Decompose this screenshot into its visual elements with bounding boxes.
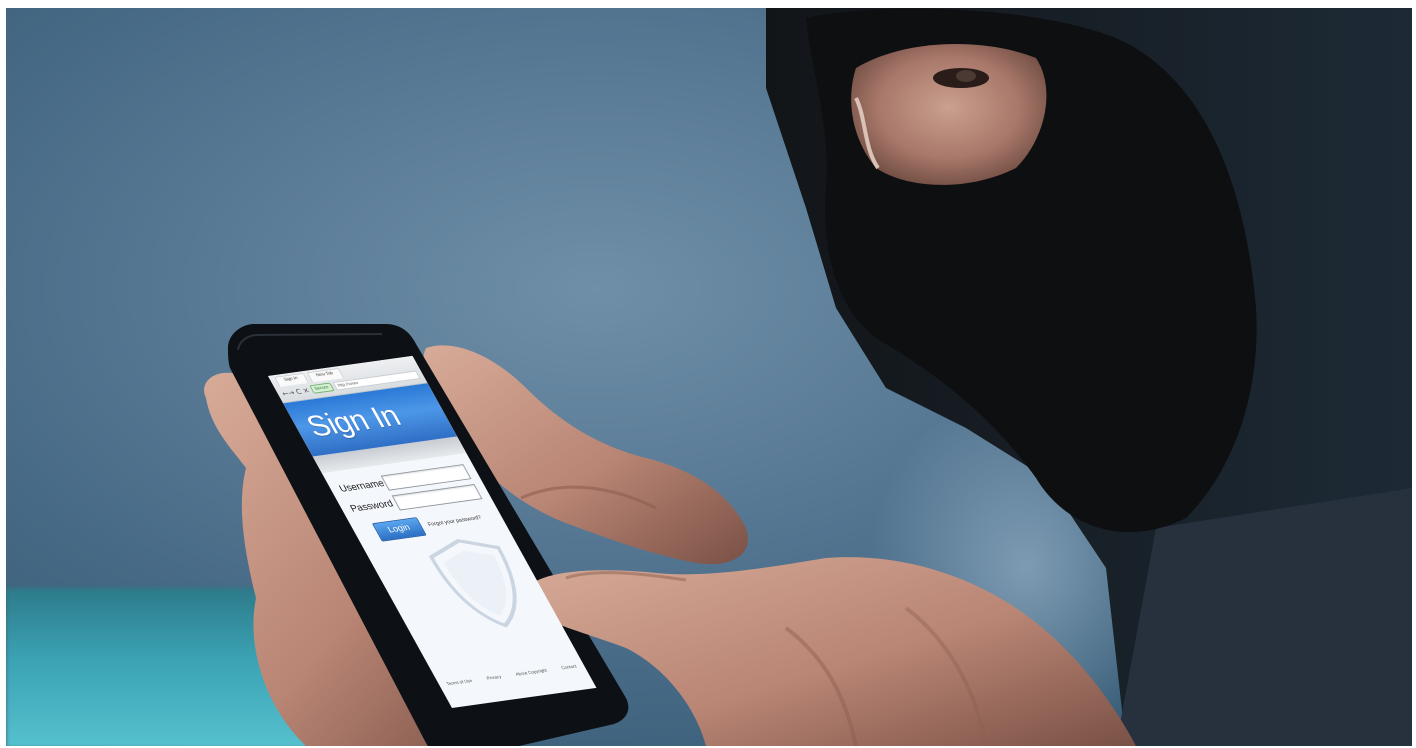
photo-scene: Sign In New Tab ←→ C ✕ Secure http://www… [6, 8, 1412, 746]
username-label: Username [337, 478, 387, 495]
password-label: Password [348, 498, 396, 515]
masked-person [204, 8, 1412, 746]
footer-link[interactable]: Terms of Use [446, 679, 474, 688]
eye-opening [851, 44, 1047, 185]
back-forward-arrows-icon[interactable]: ←→ C ✕ [280, 386, 311, 397]
login-button[interactable]: Login [371, 517, 427, 542]
footer-link[interactable]: Contact [560, 664, 578, 671]
footer-links: Terms of Use Privacy About Copyright Con… [438, 663, 585, 688]
secure-badge: Secure [309, 382, 335, 394]
footer-link[interactable]: About Copyright [515, 668, 549, 677]
page-title: Sign In [300, 399, 407, 444]
footer-link[interactable]: Privacy [486, 674, 503, 681]
forgot-password-link[interactable]: Forgot your password? [427, 515, 483, 527]
